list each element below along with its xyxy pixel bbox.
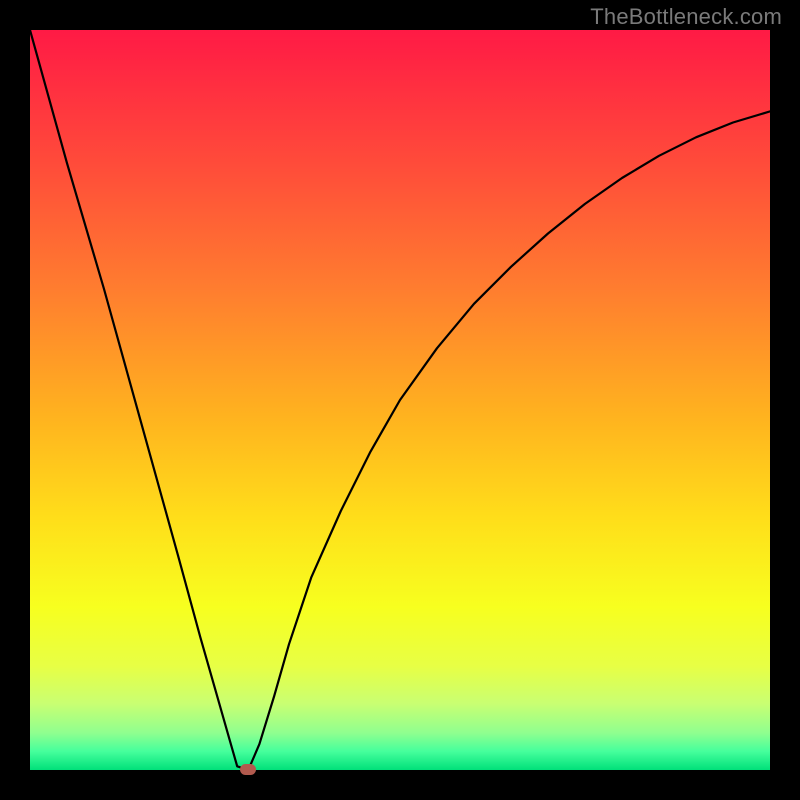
chart-curve-layer xyxy=(30,30,770,770)
chart-frame: TheBottleneck.com xyxy=(0,0,800,800)
optimum-marker xyxy=(240,764,256,775)
bottleneck-curve xyxy=(30,30,770,770)
watermark-text: TheBottleneck.com xyxy=(590,4,782,30)
